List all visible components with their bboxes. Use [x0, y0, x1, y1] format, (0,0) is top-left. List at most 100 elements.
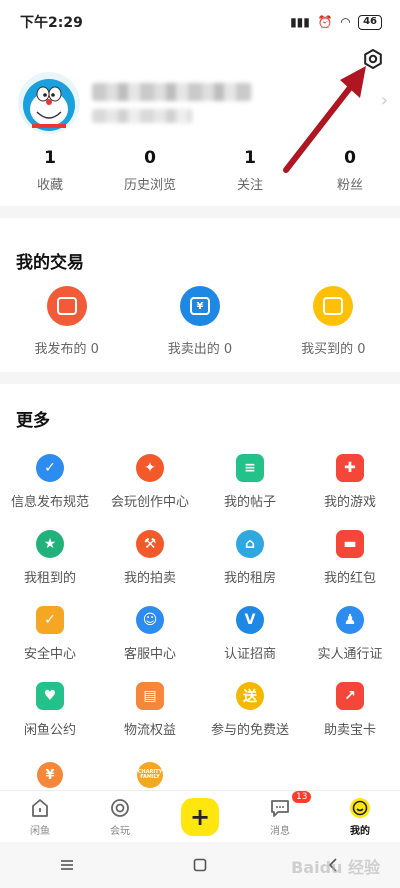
- more-item-13[interactable]: ▤ 物流权益: [100, 682, 200, 738]
- chat-bubble-icon: [269, 797, 291, 819]
- more-grid-partial-row: ¥ CHARITY FAMILY: [0, 762, 400, 790]
- more-item-8[interactable]: ✓ 安全中心: [0, 606, 100, 662]
- more-item-label: 我的租房: [223, 571, 276, 586]
- trade-label: 我卖出的 0: [167, 342, 233, 357]
- more-item-label: 安全中心: [23, 647, 76, 662]
- more-item-14[interactable]: 送参与的免费送: [200, 682, 300, 738]
- more-item-label: 我租到的: [23, 571, 76, 586]
- more-item-label: 参与的免费送: [210, 723, 289, 738]
- circle-icon: [109, 797, 131, 819]
- smile-face-icon: [349, 797, 371, 819]
- more-item-15[interactable]: ↗ 助卖宝卡: [300, 682, 400, 738]
- more-item-extra-0[interactable]: ¥: [0, 762, 100, 790]
- more-item-icon: ⚒: [136, 530, 164, 558]
- chevron-right-icon: ›: [380, 90, 388, 111]
- more-item-icon: ✚: [336, 454, 364, 482]
- stat-value: 1: [44, 148, 56, 168]
- alarm-icon: ⏰: [317, 15, 333, 29]
- stat-label: 关注: [236, 178, 263, 193]
- more-item-label: 物流权益: [123, 723, 176, 738]
- signal-icon: ▮▮▮: [290, 15, 310, 29]
- more-item-label: 闲鱼公约: [23, 723, 76, 738]
- stat-label: 粉丝: [336, 178, 363, 193]
- more-item-icon: ☺: [136, 606, 164, 634]
- more-item-icon: ♟: [336, 606, 364, 634]
- more-item-2[interactable]: ≡ 我的帖子: [200, 454, 300, 510]
- more-item-6[interactable]: ⌂ 我的租房: [200, 530, 300, 586]
- status-time: 下午2:29: [20, 15, 83, 31]
- more-item-0[interactable]: ✓ 信息发布规范: [0, 454, 100, 510]
- watermark: Baidu 经验: [291, 858, 380, 877]
- tab-me[interactable]: 我的: [320, 797, 400, 837]
- stat-history[interactable]: 0 历史浏览: [100, 148, 200, 193]
- plus-icon: +: [181, 797, 219, 836]
- more-grid: ✓ 信息发布规范 ✦ 会玩创作中心 ≡ 我的帖子 ✚ 我的游戏 ★ 我租到的 ⚒ 我的拍卖 ⌂ 我的租房 ▬…: [0, 454, 400, 738]
- more-item-icon: ▬: [336, 530, 364, 558]
- stat-followers[interactable]: 0 粉丝: [300, 148, 400, 193]
- more-item-12[interactable]: ♥ 闲鱼公约: [0, 682, 100, 738]
- gear-icon: [364, 49, 382, 69]
- more-item-icon: ≡: [236, 454, 264, 482]
- menu-nav-button[interactable]: [47, 850, 87, 880]
- home-icon: [29, 797, 51, 819]
- tab-home[interactable]: 闲鱼: [0, 797, 80, 837]
- section-title-more: 更多: [16, 411, 50, 431]
- more-item-icon: ★: [36, 530, 64, 558]
- more-item-icon: 送: [236, 682, 264, 710]
- more-item-3[interactable]: ✚ 我的游戏: [300, 454, 400, 510]
- status-icons: ▮▮▮ ⏰ ◠ 46: [290, 14, 382, 30]
- more-item-5[interactable]: ⚒ 我的拍卖: [100, 530, 200, 586]
- more-item-label: 我的帖子: [223, 495, 276, 510]
- more-item-icon: V: [236, 606, 264, 634]
- trade-label: 我买到的 0: [301, 342, 366, 357]
- more-item-extra-1[interactable]: CHARITY FAMILY: [100, 762, 200, 790]
- more-item-icon: ⌂: [236, 530, 264, 558]
- more-item-label: 客服中心: [123, 647, 176, 662]
- more-item-10[interactable]: V 认证招商: [200, 606, 300, 662]
- tab-play[interactable]: 会玩: [80, 797, 160, 837]
- more-item-4[interactable]: ★ 我租到的: [0, 530, 100, 586]
- status-bar: 下午2:29 ▮▮▮ ⏰ ◠ 46: [0, 0, 400, 44]
- tab-messages[interactable]: 13 消息: [240, 790, 320, 837]
- order-icon: [313, 286, 354, 326]
- profile-header[interactable]: ›: [18, 68, 388, 138]
- trade-item-bought[interactable]: 我买到的 0: [267, 286, 400, 357]
- home-nav-button[interactable]: [180, 850, 220, 880]
- more-item-label: 我的游戏: [323, 495, 376, 510]
- more-item-9[interactable]: ☺ 客服中心: [100, 606, 200, 662]
- stat-value: 0: [144, 148, 156, 168]
- more-item-icon: ♥: [36, 682, 64, 710]
- more-item-label: 认证招商: [223, 647, 276, 662]
- trade-row: 我发布的 0 ¥ 我卖出的 0 我买到的 0: [0, 286, 400, 357]
- tab-label: 我的: [350, 825, 370, 837]
- charity-family-icon: CHARITY FAMILY: [137, 762, 163, 788]
- stat-favorites[interactable]: 1 收藏: [0, 148, 100, 193]
- more-item-icon: ✦: [136, 454, 164, 482]
- section-divider: [0, 372, 400, 384]
- section-title-trade: 我的交易: [16, 253, 84, 273]
- username-blurred: [92, 83, 252, 123]
- menu-icon: [60, 860, 73, 870]
- more-item-7[interactable]: ▬ 我的红包: [300, 530, 400, 586]
- more-item-icon: ▤: [136, 682, 164, 710]
- more-item-label: 我的拍卖: [123, 571, 176, 586]
- more-item-label: 助卖宝卡: [323, 723, 376, 738]
- battery-level: 46: [358, 14, 382, 30]
- money-bag-icon: ¥: [37, 762, 63, 788]
- more-item-icon: ↗: [336, 682, 364, 710]
- message-count-badge: 13: [292, 790, 312, 803]
- blurred-subtitle: [92, 109, 192, 123]
- avatar[interactable]: [18, 72, 80, 134]
- trade-item-sold[interactable]: ¥ 我卖出的 0: [133, 286, 266, 357]
- stat-label: 历史浏览: [123, 178, 176, 193]
- stat-value: 0: [344, 148, 356, 168]
- square-home-icon: [193, 858, 207, 872]
- stats-row: 1 收藏 0 历史浏览 1 关注 0 粉丝: [0, 148, 400, 193]
- more-item-11[interactable]: ♟ 实人通行证: [300, 606, 400, 662]
- tab-label: 消息: [270, 825, 290, 837]
- more-item-label: 实人通行证: [317, 647, 383, 662]
- tab-publish[interactable]: +: [160, 797, 240, 836]
- trade-item-published[interactable]: 我发布的 0: [0, 286, 133, 357]
- stat-following[interactable]: 1 关注: [200, 148, 300, 193]
- more-item-1[interactable]: ✦ 会玩创作中心: [100, 454, 200, 510]
